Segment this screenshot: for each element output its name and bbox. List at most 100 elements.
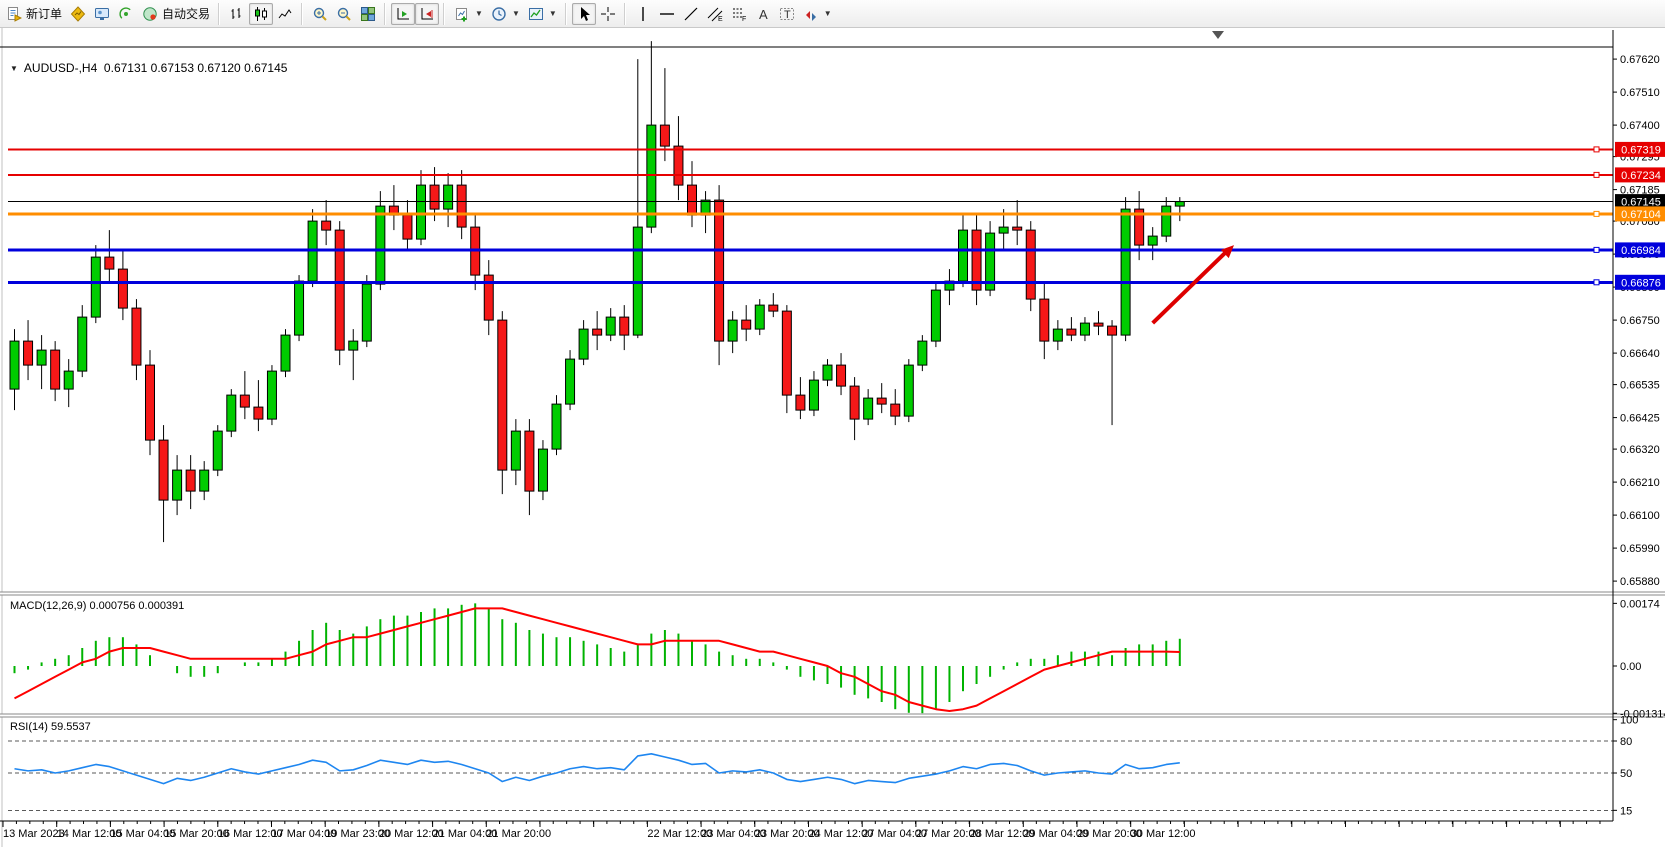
candle-body (186, 470, 195, 491)
dropdown-caret-icon[interactable]: ▼ (475, 9, 483, 18)
candle-body (498, 320, 507, 470)
dropdown-caret-icon[interactable]: ▼ (512, 9, 520, 18)
candle-body (362, 284, 371, 341)
autotrading-button[interactable]: 自动交易 (138, 3, 214, 25)
signals-button[interactable] (114, 3, 138, 25)
tile-windows-button[interactable] (356, 3, 380, 25)
svg-text:F: F (742, 16, 746, 22)
macd-indicator-label: MACD(12,26,9) 0.000756 0.000391 (10, 600, 184, 612)
candle-body (457, 185, 466, 227)
price-tick-label: 0.65990 (1620, 543, 1660, 555)
candle-body (877, 398, 886, 404)
candle-body (10, 341, 19, 389)
candle-body (755, 305, 764, 329)
candle-body (1162, 206, 1171, 236)
zoom-in-button[interactable] (308, 3, 332, 25)
crosshair-button[interactable] (596, 3, 620, 25)
rsi-tick-label: 50 (1620, 768, 1632, 780)
arrows-button[interactable]: ▼ (799, 3, 836, 25)
candle-body (281, 335, 290, 371)
toolbar-separator (563, 3, 570, 25)
rsi-tick-label: 100 (1620, 715, 1638, 727)
support-line-1-handle[interactable] (1594, 247, 1599, 252)
candle-body (267, 371, 276, 419)
support-line-2-badge-label: 0.66876 (1621, 277, 1661, 289)
candle-body (105, 257, 114, 269)
chart-window[interactable]: 0.676200.675100.674000.672950.671850.670… (0, 28, 1665, 847)
candle-body (173, 470, 182, 500)
dropdown-caret-icon[interactable]: ▼ (824, 9, 832, 18)
periods-button[interactable]: ▼ (487, 3, 524, 25)
candle-body (728, 320, 737, 341)
clock-icon (491, 6, 507, 22)
trendline-button[interactable] (679, 3, 703, 25)
cursor-button[interactable] (572, 3, 596, 25)
resistance-line-2-handle[interactable] (1594, 172, 1599, 177)
candle-body (213, 431, 222, 470)
text-button[interactable]: A (751, 3, 775, 25)
candle-body (566, 359, 575, 404)
equidistant-channel-button[interactable]: E (703, 3, 727, 25)
bar-chart-button[interactable] (225, 3, 249, 25)
price-chart-canvas[interactable]: 0.676200.675100.674000.672950.671850.670… (0, 28, 1665, 847)
candle-body (769, 305, 778, 311)
vline-icon (635, 6, 651, 22)
candle-body (159, 440, 168, 500)
rsi-tick-label: 15 (1620, 805, 1632, 817)
chart-ohlc-text: AUDUSD-,H4 0.67131 0.67153 0.67120 0.671… (24, 61, 288, 75)
candle-body (24, 341, 33, 365)
chart-window-button[interactable] (66, 3, 90, 25)
auto-scroll-button[interactable] (391, 3, 415, 25)
profile-button[interactable] (90, 3, 114, 25)
zoom-out-button[interactable] (332, 3, 356, 25)
support-line-2-handle[interactable] (1594, 280, 1599, 285)
new-order-button[interactable]: 新订单 (2, 3, 66, 25)
chart-shift-button[interactable] (415, 3, 439, 25)
autotrading-icon (142, 6, 158, 22)
candle-body (538, 449, 547, 491)
price-tick-label: 0.66210 (1620, 477, 1660, 489)
chart-shift-icon (419, 6, 435, 22)
text-label-button[interactable]: T (775, 3, 799, 25)
new-order-button-label: 新订单 (26, 5, 62, 22)
candle-body (254, 407, 263, 419)
time-label: 13 Mar 2023 (3, 828, 65, 840)
candle-body (674, 146, 683, 185)
candle-body (1013, 227, 1022, 230)
new-chart-icon (454, 6, 470, 22)
dropdown-caret-icon[interactable]: ▼ (549, 9, 557, 18)
price-tick-label: 0.66535 (1620, 380, 1660, 392)
window-menu-icon[interactable]: ▼ (10, 64, 18, 73)
price-tick-label: 0.65880 (1620, 576, 1660, 588)
candle-body (647, 125, 656, 227)
new-chart-button[interactable]: ▼ (450, 3, 487, 25)
resistance-line-1-handle[interactable] (1594, 147, 1599, 152)
candle-body (823, 365, 832, 380)
price-tick-label: 0.66100 (1620, 510, 1660, 522)
svg-text:A: A (759, 7, 768, 22)
templates-button[interactable]: ▼ (524, 3, 561, 25)
vertical-line-button[interactable] (631, 3, 655, 25)
price-tick-label: 0.67620 (1620, 54, 1660, 66)
toolbar-separator (382, 3, 389, 25)
time-label: 30 Mar 12:00 (1131, 828, 1196, 840)
candle-body (959, 230, 968, 281)
candle-body (335, 230, 344, 350)
candle-body (999, 227, 1008, 233)
candle-body (918, 341, 927, 365)
resistance-line-2-badge-label: 0.67234 (1621, 170, 1661, 182)
candle-body (118, 269, 127, 308)
pivot-line-handle[interactable] (1594, 211, 1599, 216)
candle-body (430, 185, 439, 209)
fibonacci-button[interactable]: F (727, 3, 751, 25)
candle-body (322, 221, 331, 230)
candlestick-button[interactable] (249, 3, 273, 25)
line-chart-button[interactable] (273, 3, 297, 25)
resistance-line-1-badge-label: 0.67319 (1621, 144, 1661, 156)
price-tick-label: 0.67510 (1620, 87, 1660, 99)
price-tick-label: 0.66320 (1620, 444, 1660, 456)
candle-body (742, 320, 751, 329)
horizontal-line-button[interactable] (655, 3, 679, 25)
price-tick-label: 0.67400 (1620, 120, 1660, 132)
candle-body (91, 257, 100, 317)
